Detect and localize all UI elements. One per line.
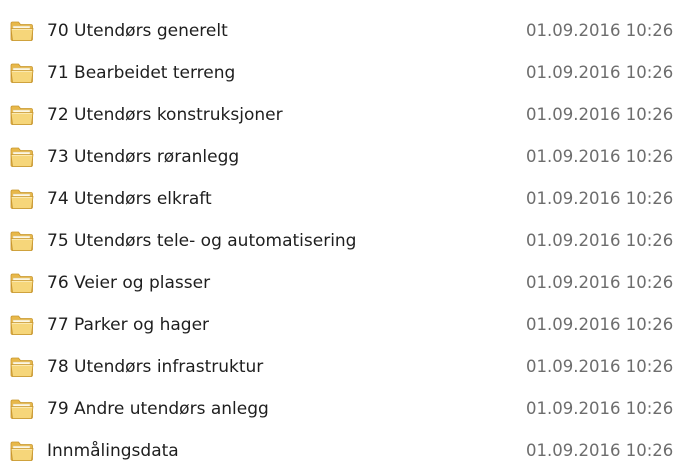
date-modified: 01.09.2016 10:26 xyxy=(526,441,674,460)
folder-row[interactable]: 79 Andre utendørs anlegg 01.09.2016 10:2… xyxy=(0,389,699,429)
folder-name: 74 Utendørs elkraft xyxy=(47,189,212,209)
folder-row[interactable]: 72 Utendørs konstruksjoner 01.09.2016 10… xyxy=(0,95,699,135)
date-modified: 01.09.2016 10:26 xyxy=(526,21,674,40)
folder-row[interactable]: 75 Utendørs tele- og automatisering 01.0… xyxy=(0,221,699,261)
date-modified: 01.09.2016 10:26 xyxy=(526,189,674,208)
folder-row[interactable]: 71 Bearbeidet terreng 01.09.2016 10:26 xyxy=(0,53,699,93)
folder-row[interactable]: 77 Parker og hager 01.09.2016 10:26 xyxy=(0,305,699,345)
folder-icon xyxy=(10,230,34,252)
folder-icon xyxy=(10,104,34,126)
folder-name: 79 Andre utendørs anlegg xyxy=(47,399,269,419)
folder-icon xyxy=(10,314,34,336)
date-modified: 01.09.2016 10:26 xyxy=(526,231,674,250)
folder-icon xyxy=(10,188,34,210)
folder-name: 70 Utendørs generelt xyxy=(47,21,228,41)
folder-name: 71 Bearbeidet terreng xyxy=(47,63,236,83)
folder-icon xyxy=(10,272,34,294)
folder-name: 76 Veier og plasser xyxy=(47,273,211,293)
date-modified: 01.09.2016 10:26 xyxy=(526,147,674,166)
folder-icon xyxy=(10,62,34,84)
folder-icon xyxy=(10,398,34,420)
folder-row[interactable]: 78 Utendørs infrastruktur 01.09.2016 10:… xyxy=(0,347,699,387)
date-modified: 01.09.2016 10:26 xyxy=(526,63,674,82)
folder-name: 75 Utendørs tele- og automatisering xyxy=(47,231,357,251)
folder-icon xyxy=(10,440,34,462)
date-modified: 01.09.2016 10:26 xyxy=(526,357,674,376)
folder-icon xyxy=(10,20,34,42)
date-modified: 01.09.2016 10:26 xyxy=(526,105,674,124)
folder-name: 77 Parker og hager xyxy=(47,315,210,335)
folder-row[interactable]: 73 Utendørs røranlegg 01.09.2016 10:26 xyxy=(0,137,699,177)
folder-icon xyxy=(10,356,34,378)
folder-row[interactable]: 74 Utendørs elkraft 01.09.2016 10:26 xyxy=(0,179,699,219)
folder-name: 78 Utendørs infrastruktur xyxy=(47,357,264,377)
folder-name: 72 Utendørs konstruksjoner xyxy=(47,105,283,125)
folder-row[interactable]: Innmålingsdata 01.09.2016 10:26 xyxy=(0,431,699,471)
folder-icon xyxy=(10,146,34,168)
date-modified: 01.09.2016 10:26 xyxy=(526,315,674,334)
folder-name: 73 Utendørs røranlegg xyxy=(47,147,240,167)
folder-name: Innmålingsdata xyxy=(47,441,179,461)
date-modified: 01.09.2016 10:26 xyxy=(526,273,674,292)
folder-row[interactable]: 76 Veier og plasser 01.09.2016 10:26 xyxy=(0,263,699,303)
date-modified: 01.09.2016 10:26 xyxy=(526,399,674,418)
folder-row[interactable]: 70 Utendørs generelt 01.09.2016 10:26 xyxy=(0,11,699,51)
file-list: 70 Utendørs generelt 01.09.2016 10:26 71… xyxy=(0,0,699,462)
